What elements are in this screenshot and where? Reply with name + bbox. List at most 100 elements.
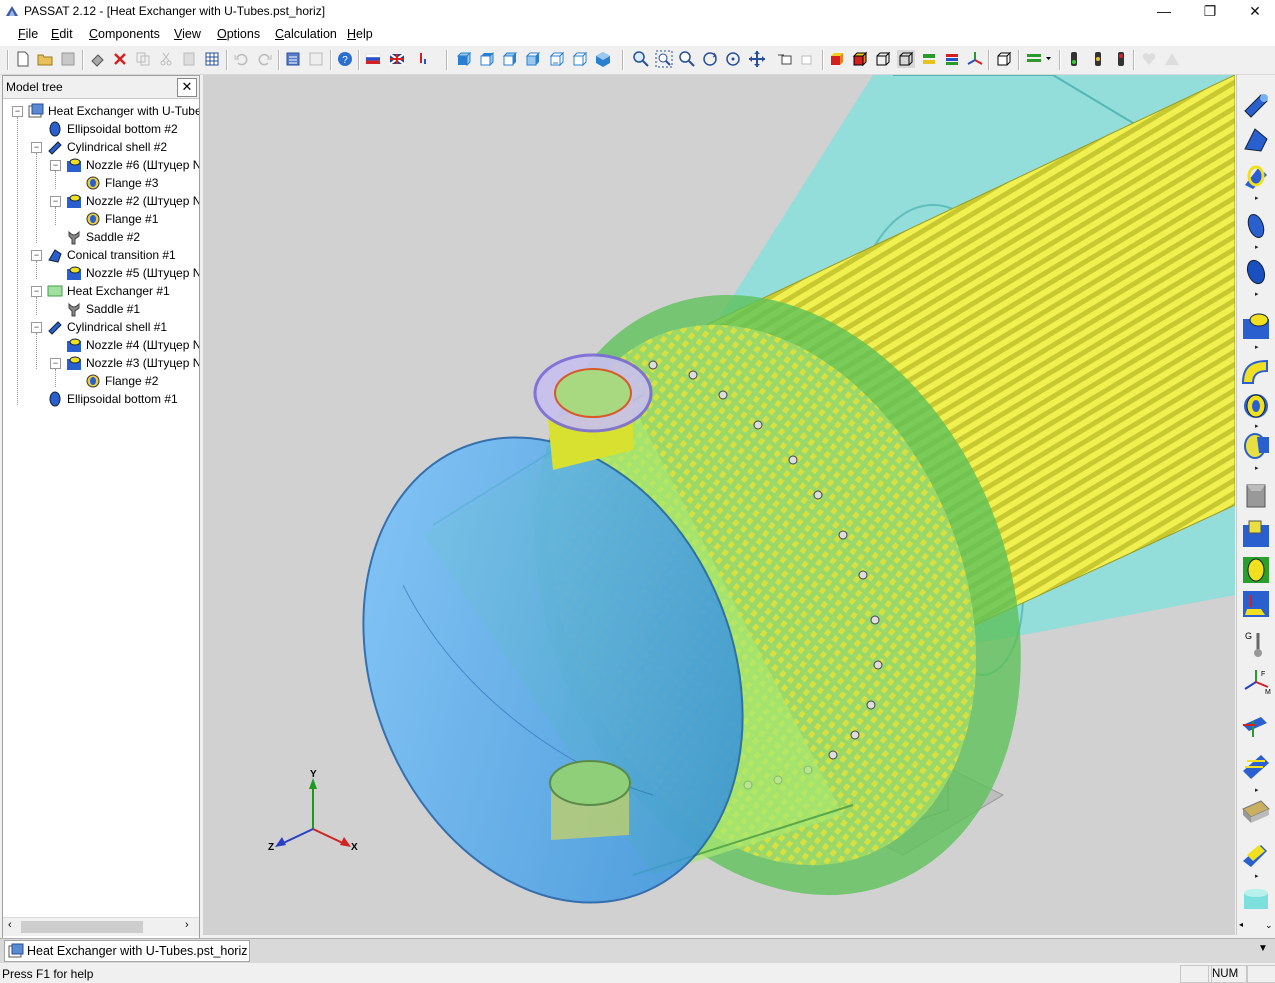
nozzle-4[interactable] (549, 760, 631, 840)
english-language-icon[interactable] (388, 50, 406, 68)
next-view-icon[interactable] (799, 50, 817, 68)
display-options-dropdown-icon[interactable] (1025, 50, 1053, 68)
palette-scroll-left-icon[interactable]: ◂ (1239, 920, 1243, 929)
tree-node-nozzle-3[interactable]: − Nozzle #3 (Штуцер N (3, 354, 199, 372)
elbow-tool-icon[interactable] (1241, 357, 1271, 387)
tree-node-heat-exchanger-1[interactable]: − Heat Exchanger #1 (3, 282, 199, 300)
conical-shell-tool-icon[interactable] (1241, 125, 1271, 155)
tab-list-dropdown-icon[interactable]: ▼ (1258, 943, 1268, 954)
view-bottom-icon[interactable] (571, 50, 589, 68)
tree-node-nozzle-2[interactable]: − Nozzle #2 (Штуцер N (3, 192, 199, 210)
tree-node-nozzle-5[interactable]: Nozzle #5 (Штуцер N (3, 264, 199, 282)
section-icon[interactable] (943, 50, 961, 68)
nozzle-tool-icon[interactable] (1241, 311, 1271, 341)
collapse-toggle[interactable]: − (31, 286, 42, 297)
view-top-icon[interactable] (548, 50, 566, 68)
heat-exchanger-3d-model[interactable] (203, 75, 1235, 935)
tree-node-conical-transition-1[interactable]: − Conical transition #1 (3, 246, 199, 264)
expand-arrow-icon[interactable]: ▸ (1255, 343, 1259, 351)
disabled-heart-icon[interactable] (1140, 50, 1158, 68)
tree-node-cylindrical-shell-1[interactable]: − Cylindrical shell #1 (3, 318, 199, 336)
view-isometric-icon[interactable] (594, 50, 612, 68)
collapse-toggle[interactable]: − (31, 250, 42, 261)
restore-button[interactable]: ❐ (1187, 0, 1233, 24)
menu-components[interactable]: Components (89, 27, 160, 41)
previous-view-icon[interactable] (776, 50, 794, 68)
cut-icon[interactable] (157, 50, 175, 68)
tray-tool-icon[interactable] (1241, 797, 1271, 827)
tree-node-saddle-1[interactable]: Saddle #1 (3, 300, 199, 318)
expand-arrow-icon[interactable]: ▸ (1255, 786, 1259, 794)
view-front-icon[interactable] (455, 50, 473, 68)
report-icon[interactable] (307, 50, 325, 68)
pipe-load-tool-icon[interactable] (1241, 709, 1271, 739)
solid-mode-icon[interactable] (828, 50, 846, 68)
zoom-icon[interactable] (678, 50, 696, 68)
scrollbar-thumb[interactable] (21, 921, 143, 933)
tree-node-nozzle-4[interactable]: Nozzle #4 (Штуцер N (3, 336, 199, 354)
calculator-icon[interactable] (284, 50, 302, 68)
traffic-light-red-icon[interactable] (1112, 50, 1130, 68)
disabled-triangle-icon[interactable] (1163, 50, 1181, 68)
collapse-toggle[interactable]: − (50, 358, 61, 369)
paste-icon[interactable] (180, 50, 198, 68)
model-tree-horizontal-scrollbar[interactable]: ‹ › (3, 917, 199, 936)
ring-stiffener-tool-icon[interactable] (1241, 161, 1271, 191)
redo-icon[interactable] (256, 50, 274, 68)
delete-icon[interactable] (111, 50, 129, 68)
open-folder-icon[interactable] (36, 50, 54, 68)
model-tree-close-button[interactable]: ✕ (177, 78, 197, 97)
3d-viewport[interactable]: Y X Z (203, 75, 1235, 935)
tubesheet-tool-icon[interactable] (1241, 431, 1271, 461)
tree-node-flange-3[interactable]: Flange #3 (3, 174, 199, 192)
eraser-icon[interactable] (89, 50, 107, 68)
document-tab[interactable]: Heat Exchanger with U-Tubes.pst_horiz (4, 940, 250, 962)
load-tool-icon[interactable] (1241, 589, 1271, 619)
tree-node-cylindrical-shell-2[interactable]: − Cylindrical shell #2 (3, 138, 199, 156)
expand-arrow-icon[interactable]: ▸ (1255, 290, 1259, 298)
zoom-window-icon[interactable] (632, 50, 650, 68)
menu-calculation[interactable]: Calculation (275, 27, 337, 41)
russian-language-icon[interactable] (364, 50, 382, 68)
rotate-axis-icon[interactable] (724, 50, 742, 68)
minimize-button[interactable]: — (1141, 0, 1187, 24)
gravity-load-tool-icon[interactable]: G (1241, 629, 1271, 659)
expand-arrow-icon[interactable]: ▸ (1255, 194, 1259, 202)
expand-arrow-icon[interactable]: ▸ (1255, 872, 1259, 880)
tree-node-ellipsoidal-bottom-1[interactable]: Ellipsoidal bottom #1 (3, 390, 199, 408)
scroll-right-arrow-icon[interactable]: › (185, 919, 189, 931)
collapse-toggle[interactable]: − (31, 322, 42, 333)
palette-scroll-down-icon[interactable]: ⌄ (1265, 920, 1273, 931)
lug-support-tool-icon[interactable] (1241, 519, 1271, 549)
ellipsoidal-head-tool-icon[interactable] (1241, 211, 1271, 241)
table-icon[interactable] (203, 50, 221, 68)
force-moment-tool-icon[interactable]: FM (1241, 667, 1271, 697)
traffic-light-yellow-icon[interactable] (1089, 50, 1107, 68)
wireframe-icon[interactable] (874, 50, 892, 68)
expand-arrow-icon[interactable]: ▸ (1255, 243, 1259, 251)
insulation-tool-icon[interactable] (1241, 839, 1271, 869)
save-icon[interactable] (59, 50, 77, 68)
view-left-icon[interactable] (501, 50, 519, 68)
rotate-icon[interactable] (701, 50, 719, 68)
flange-tool-icon[interactable] (1241, 391, 1271, 421)
view-back-icon[interactable] (478, 50, 496, 68)
menu-edit[interactable]: Edit (51, 27, 73, 41)
traffic-light-green-icon[interactable] (1065, 50, 1083, 68)
undo-icon[interactable] (232, 50, 250, 68)
axes-icon[interactable] (966, 50, 984, 68)
collapse-toggle[interactable]: − (50, 196, 61, 207)
cylindrical-shell-tool-icon[interactable] (1241, 89, 1271, 119)
jacket-tool-icon[interactable] (1241, 555, 1271, 585)
transparent-mode-icon[interactable] (897, 50, 915, 68)
tree-node-nozzle-6[interactable]: − Nozzle #6 (Штуцер N (3, 156, 199, 174)
menu-view[interactable]: View (174, 27, 201, 41)
expand-arrow-icon[interactable]: ▸ (1255, 464, 1259, 472)
layers-icon[interactable] (920, 50, 938, 68)
units-icon[interactable] (416, 50, 434, 68)
copy-icon[interactable] (134, 50, 152, 68)
expand-arrow-icon[interactable]: ▸ (1255, 422, 1259, 430)
wind-load-tool-icon[interactable] (1241, 751, 1271, 781)
help-icon[interactable]: ? (336, 50, 354, 68)
shaded-edges-icon[interactable] (851, 50, 869, 68)
